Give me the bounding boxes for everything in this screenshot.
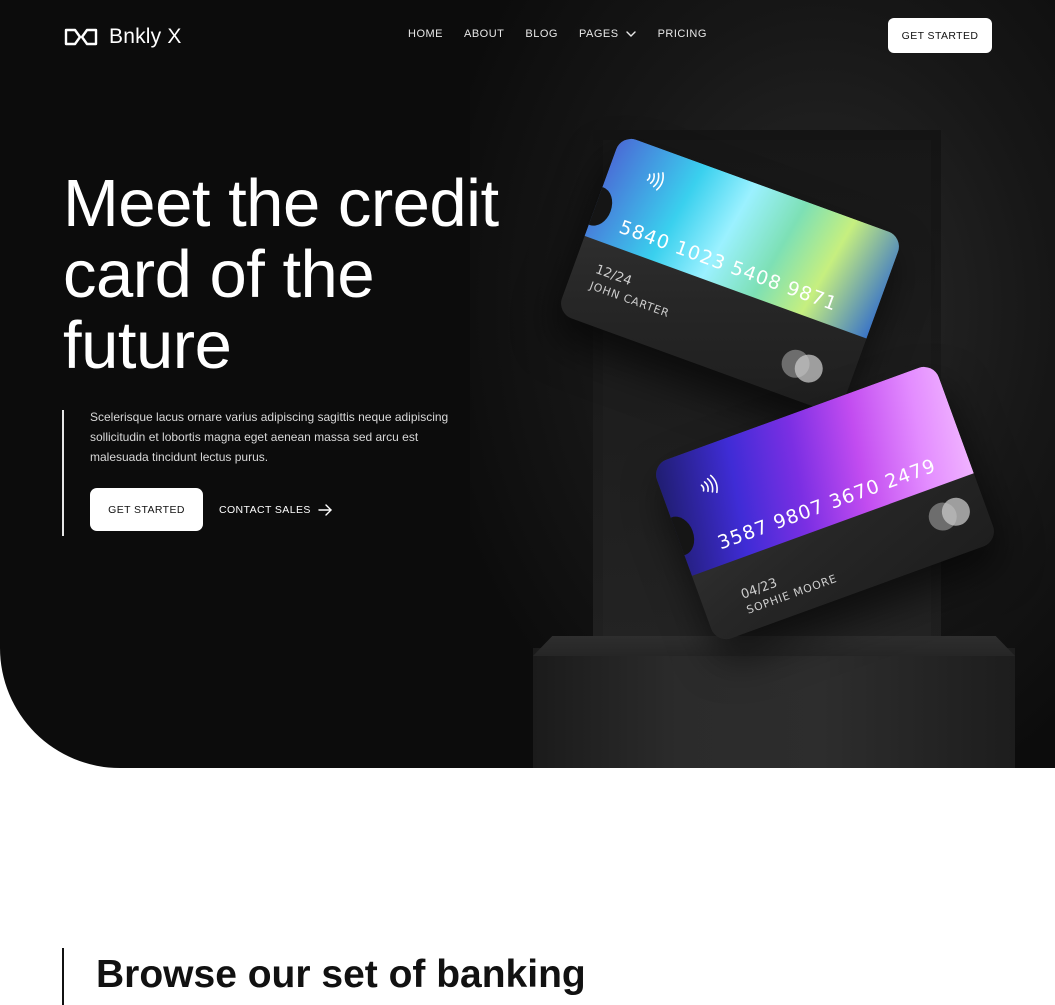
- hero-divider: [62, 410, 64, 536]
- nav-item-blog[interactable]: BLOG: [525, 28, 558, 40]
- nav-item-pages-label: PAGES: [578, 28, 619, 40]
- nav-item-home[interactable]: HOME: [408, 28, 443, 40]
- display-pedestal: [533, 648, 1015, 768]
- display-pedestal-top: [533, 636, 1015, 656]
- arrow-right-icon: [318, 504, 332, 516]
- hero-headline: Meet the credit card of the future: [63, 166, 499, 383]
- hero-section: 5840 1023 5408 9871 12/24 JOHN CARTER 35…: [0, 0, 1055, 768]
- hero-get-started-button[interactable]: GET STARTED: [90, 488, 203, 531]
- contact-sales-label: CONTACT SALES: [219, 504, 311, 516]
- section-title: Browse our set of banking: [96, 953, 586, 996]
- brand-name: Bnkly X: [109, 25, 182, 48]
- nav-item-pricing[interactable]: PRICING: [658, 28, 707, 40]
- contact-sales-link[interactable]: CONTACT SALES: [219, 500, 332, 520]
- nav-get-started-button[interactable]: GET STARTED: [888, 18, 992, 53]
- chevron-down-icon: [625, 31, 636, 37]
- infinity-logo-icon: [64, 28, 98, 46]
- hero-description: Scelerisque lacus ornare varius adipisci…: [90, 410, 449, 464]
- main-nav: HOME ABOUT BLOG PAGES PRICING: [408, 28, 707, 40]
- nav-item-pages[interactable]: PAGES: [579, 28, 637, 40]
- section-divider: [62, 948, 64, 1005]
- brand-logo[interactable]: Bnkly X: [63, 25, 182, 49]
- nav-item-about[interactable]: ABOUT: [464, 28, 504, 40]
